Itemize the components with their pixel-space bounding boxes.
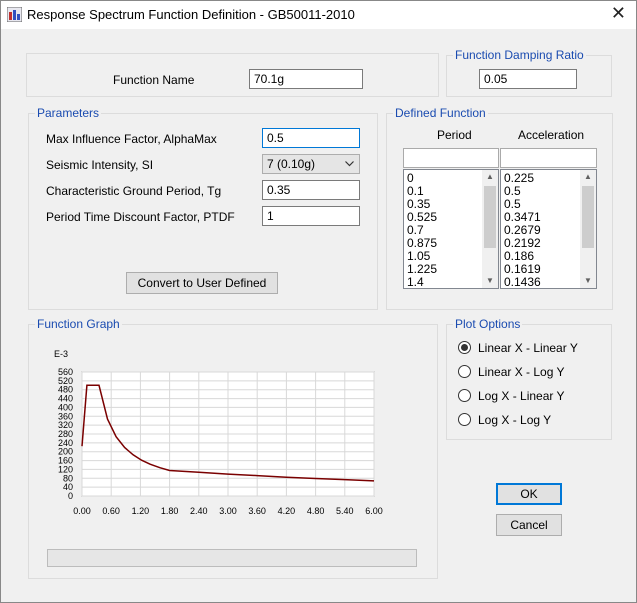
x-tick-label: 1.80 [161, 506, 179, 516]
parameters-group: Parameters Max Influence Factor, AlphaMa… [28, 107, 378, 310]
plot-option-label: Log X - Linear Y [478, 389, 565, 403]
plot-option-log-linear[interactable]: Log X - Linear Y [458, 389, 608, 407]
y-tick-label: 0 [68, 491, 73, 501]
x-tick-label: 3.00 [219, 506, 237, 516]
defined-function-title: Defined Function [393, 106, 488, 120]
cancel-button[interactable]: Cancel [496, 514, 562, 536]
ground-period-input[interactable]: 0.35 [262, 180, 360, 200]
plot-option-linear-log[interactable]: Linear X - Log Y [458, 365, 608, 383]
x-tick-label: 1.20 [132, 506, 150, 516]
x-tick-label: 4.20 [278, 506, 296, 516]
alpha-max-input[interactable]: 0.5 [262, 128, 360, 148]
scroll-up-icon[interactable]: ▲ [482, 170, 498, 184]
convert-to-user-defined-button[interactable]: Convert to User Defined [126, 272, 278, 294]
ok-button[interactable]: OK [496, 483, 562, 505]
ptdf-label: Period Time Discount Factor, PTDF [46, 210, 235, 224]
acceleration-list-scrollbar[interactable]: ▲ ▼ [580, 170, 596, 288]
x-tick-label: 0.60 [102, 506, 120, 516]
scroll-thumb[interactable] [484, 186, 496, 248]
function-name-group: Function Name 70.1g [26, 53, 439, 97]
x-tick-label: 5.40 [336, 506, 354, 516]
x-tick-label: 4.80 [307, 506, 325, 516]
radio-button[interactable] [458, 389, 471, 402]
plot-option-log-log[interactable]: Log X - Log Y [458, 413, 608, 431]
radio-selected-dot [461, 344, 468, 351]
damping-ratio-group: Function Damping Ratio 0.05 [446, 49, 612, 97]
close-icon[interactable]: ✕ [611, 3, 626, 24]
x-tick-label: 3.60 [248, 506, 266, 516]
plot-option-label: Linear X - Log Y [478, 365, 565, 379]
function-graph-title: Function Graph [35, 317, 122, 331]
plot-option-label: Linear X - Linear Y [478, 341, 578, 355]
radio-button[interactable] [458, 341, 471, 354]
defined-function-group: Defined Function Period Acceleration 0 0.… [386, 107, 613, 310]
damping-ratio-input[interactable]: 0.05 [479, 69, 577, 89]
period-list-scrollbar[interactable]: ▲ ▼ [482, 170, 498, 288]
parameters-title: Parameters [35, 106, 102, 120]
damping-ratio-title: Function Damping Ratio [453, 48, 586, 62]
dialog-window: Response Spectrum Function Definition - … [0, 0, 637, 603]
scroll-thumb[interactable] [582, 186, 594, 248]
scroll-up-icon[interactable]: ▲ [580, 170, 596, 184]
ground-period-label: Characteristic Ground Period, Tg [46, 184, 222, 198]
acceleration-header: Acceleration [518, 128, 585, 142]
chevron-down-icon [345, 161, 354, 167]
ptdf-input[interactable]: 1 [262, 206, 360, 226]
radio-button[interactable] [458, 365, 471, 378]
function-name-label: Function Name [113, 73, 195, 87]
function-graph-group: Function Graph E-3 560 520 480 440 400 360 320… [28, 318, 438, 579]
x-tick-label: 0.00 [73, 506, 91, 516]
function-name-input[interactable]: 70.1g [249, 69, 363, 89]
scroll-down-icon[interactable]: ▼ [482, 274, 498, 288]
plot-options-title: Plot Options [453, 317, 523, 331]
period-entry-input[interactable] [403, 148, 499, 168]
seismic-intensity-select[interactable]: 7 (0.10g) [262, 154, 360, 174]
plot-options-group: Plot Options Linear X - Linear Y Linear … [446, 318, 612, 440]
acceleration-entry-input[interactable] [500, 148, 597, 168]
radio-button[interactable] [458, 413, 471, 426]
x-tick-label: 2.40 [190, 506, 208, 516]
period-header: Period [437, 128, 472, 142]
acceleration-list[interactable]: 0.225 0.5 0.5 0.3471 0.2679 0.2192 0.186 0.1619… [500, 169, 597, 289]
seismic-intensity-value: 7 (0.10g) [267, 157, 316, 171]
title-bar: Response Spectrum Function Definition - … [1, 1, 636, 29]
spectrum-chart: 5605204804404003603202802402001601208040… [58, 367, 383, 516]
alpha-max-label: Max Influence Factor, AlphaMax [46, 132, 217, 146]
app-icon [7, 7, 22, 22]
plot-option-label: Log X - Log Y [478, 413, 552, 427]
plot-option-linear-linear[interactable]: Linear X - Linear Y [458, 341, 608, 359]
seismic-intensity-label: Seismic Intensity, SI [46, 158, 154, 172]
x-tick-label: 6.00 [365, 506, 383, 516]
period-list[interactable]: 0 0.1 0.35 0.525 0.7 0.875 1.05 1.225 1.4 ▲ ▼ [403, 169, 499, 289]
status-progress-bar [47, 549, 417, 567]
scroll-down-icon[interactable]: ▼ [580, 274, 596, 288]
window-title: Response Spectrum Function Definition - … [27, 7, 355, 22]
